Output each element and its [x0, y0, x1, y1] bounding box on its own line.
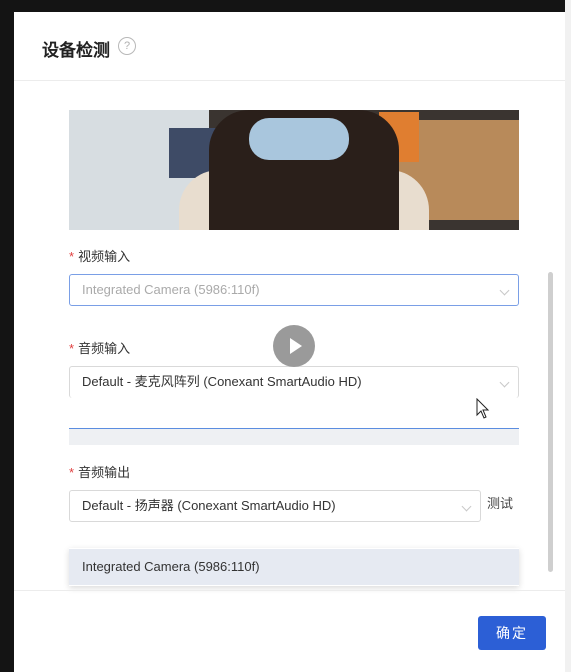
- dialog-header: 设备检测 ?: [14, 12, 565, 81]
- video-input-label: * 视频输入: [69, 249, 131, 264]
- screen-frame-left: [0, 0, 14, 672]
- screen-frame-top: [0, 0, 571, 12]
- audio-input-label: * 音频输入: [69, 341, 131, 356]
- audio-output-label: * 音频输出: [69, 465, 131, 480]
- dropdown-option[interactable]: Integrated Camera (5986:110f): [69, 549, 519, 585]
- screen-frame-right: [565, 0, 571, 672]
- required-mark: *: [69, 341, 75, 356]
- microphone-level-bar: [69, 428, 519, 445]
- mouse-cursor-icon: [476, 398, 490, 419]
- audio-input-select[interactable]: Default - 麦克风阵列 (Conexant SmartAudio HD): [69, 366, 519, 398]
- dialog-title: 设备检测: [42, 41, 110, 60]
- chevron-down-icon: [499, 285, 510, 296]
- test-speaker-button[interactable]: 测试: [487, 493, 513, 512]
- required-mark: *: [69, 465, 75, 480]
- play-icon[interactable]: [273, 325, 315, 367]
- chevron-down-icon: [461, 501, 472, 512]
- required-mark: *: [69, 249, 75, 264]
- scrollbar[interactable]: [548, 272, 553, 572]
- video-input-select[interactable]: Integrated Camera (5986:110f): [69, 274, 519, 306]
- chevron-down-icon: [499, 377, 510, 388]
- footer-divider: [14, 590, 565, 591]
- help-icon[interactable]: ?: [118, 37, 136, 55]
- camera-dropdown-menu: Integrated Camera (5986:110f): [69, 548, 519, 586]
- audio-output-select[interactable]: Default - 扬声器 (Conexant SmartAudio HD): [69, 490, 481, 522]
- camera-preview: [69, 110, 519, 230]
- confirm-button[interactable]: 确定: [478, 616, 546, 650]
